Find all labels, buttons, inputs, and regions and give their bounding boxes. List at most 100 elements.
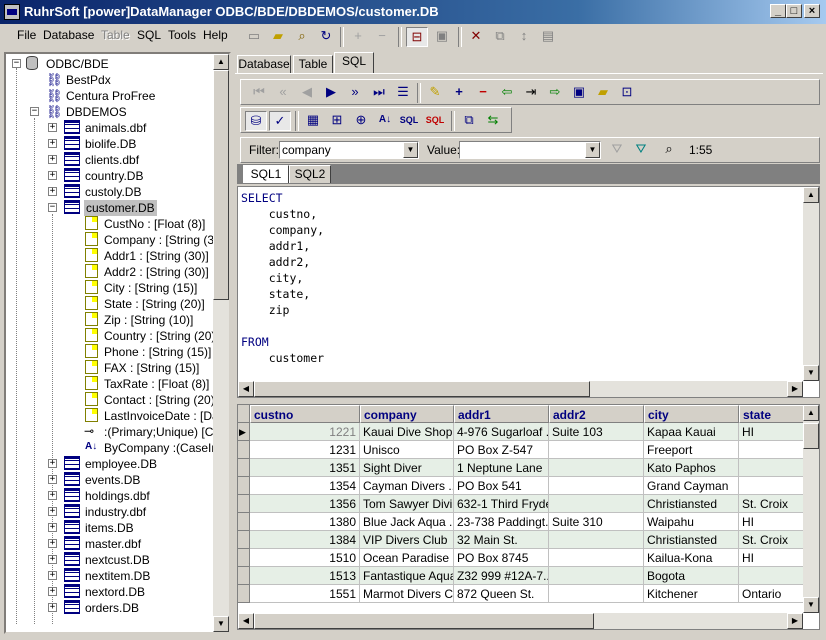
tree-field-item[interactable]: Contact : [String (20)] bbox=[104, 392, 218, 408]
tree-field-item[interactable]: FAX : [String (15)] bbox=[104, 360, 199, 376]
scroll-left-icon[interactable]: ◀ bbox=[238, 381, 254, 397]
tree-root-label[interactable]: ODBC/BDE bbox=[46, 56, 109, 72]
grid-cell-addr1[interactable]: 632-1 Third Fryde... bbox=[454, 495, 549, 513]
tree-field-item[interactable]: LastInvoiceDate : [Date] bbox=[104, 408, 229, 424]
add-grid-icon[interactable]: ⊞ bbox=[327, 111, 347, 129]
maximize-button[interactable]: □ bbox=[786, 4, 802, 18]
column-header-company[interactable]: company bbox=[360, 405, 454, 423]
collapse-root-button[interactable]: − bbox=[12, 59, 21, 68]
grid-cell-addr2[interactable] bbox=[549, 567, 644, 585]
grid-cell-company[interactable]: Tom Sawyer Divi... bbox=[360, 495, 454, 513]
row-indicator[interactable] bbox=[238, 513, 250, 531]
monitor-icon[interactable]: ▣ bbox=[432, 27, 452, 45]
grid-cell-company[interactable]: Blue Jack Aqua ... bbox=[360, 513, 454, 531]
grid-cell-company[interactable]: Kauai Dive Shoppe bbox=[360, 423, 454, 441]
tree-field-item[interactable]: Addr2 : [String (30)] bbox=[104, 264, 209, 280]
tree-table-item[interactable]: nextitem.DB bbox=[85, 568, 150, 584]
scroll-thumb[interactable] bbox=[803, 423, 819, 449]
tree-table-item[interactable]: holdings.dbf bbox=[85, 488, 150, 504]
cancel-icon[interactable]: ⇦ bbox=[497, 83, 517, 101]
expand-button[interactable]: + bbox=[48, 139, 57, 148]
grid-cell-addr2[interactable] bbox=[549, 531, 644, 549]
grid-vertical-scrollbar[interactable]: ▲ ▼ bbox=[803, 405, 819, 613]
grid-cell-addr2[interactable] bbox=[549, 549, 644, 567]
last-record-icon[interactable]: ⏭ bbox=[369, 83, 389, 101]
grid-cell-custno[interactable]: 1510 bbox=[250, 549, 360, 567]
expand-button[interactable]: + bbox=[48, 491, 57, 500]
grid-cell-company[interactable]: Ocean Paradise bbox=[360, 549, 454, 567]
grid-cell-custno[interactable]: 1356 bbox=[250, 495, 360, 513]
expand-button[interactable]: + bbox=[48, 475, 57, 484]
collapse-customer-button[interactable]: − bbox=[48, 203, 57, 212]
grid-cell-addr1[interactable]: PO Box 8745 bbox=[454, 549, 549, 567]
result-grid[interactable]: custno company addr1 addr2 city state ▶ 1221 Kau… bbox=[237, 404, 820, 630]
column-header-addr2[interactable]: addr2 bbox=[549, 405, 644, 423]
scroll-thumb[interactable] bbox=[254, 381, 590, 397]
row-indicator[interactable] bbox=[238, 459, 250, 477]
grid-cell-addr1[interactable]: 872 Queen St. bbox=[454, 585, 549, 603]
expand-button[interactable]: + bbox=[48, 555, 57, 564]
tree-field-item[interactable]: City : [String (15)] bbox=[104, 280, 197, 296]
tree-table-item[interactable]: employee.DB bbox=[85, 456, 157, 472]
tree-field-item[interactable]: Zip : [String (10)] bbox=[104, 312, 193, 328]
filter-on-icon[interactable]: ⛛ bbox=[631, 140, 651, 158]
copy-icon[interactable]: ⧉ bbox=[459, 111, 479, 129]
tree-table-item[interactable]: items.DB bbox=[85, 520, 134, 536]
editor-vertical-scrollbar[interactable]: ▲ ▼ bbox=[803, 187, 819, 381]
grid-cell-addr1[interactable]: 23-738 Paddingt... bbox=[454, 513, 549, 531]
open-folder-icon[interactable]: ▰ bbox=[268, 27, 288, 45]
insert-record-icon[interactable]: + bbox=[449, 83, 469, 101]
first-record-icon[interactable]: ⏮ bbox=[249, 83, 269, 101]
column-header-city[interactable]: city bbox=[644, 405, 739, 423]
tree-table-item[interactable]: country.DB bbox=[85, 168, 143, 184]
tab-sql2[interactable]: SQL2 bbox=[289, 165, 331, 183]
database-tree[interactable]: − ODBC/BDE ⛓ BestPdx ⛓ Centura ProFree −… bbox=[4, 52, 231, 634]
tree-alias-centura[interactable]: Centura ProFree bbox=[66, 88, 155, 104]
tree-index-primary[interactable]: :(Primary;Unique) [Cust bbox=[104, 424, 229, 440]
tree-field-item[interactable]: State : [String (20)] bbox=[104, 296, 205, 312]
grid-cell-addr1[interactable]: PO Box 541 bbox=[454, 477, 549, 495]
scroll-thumb[interactable] bbox=[254, 613, 594, 629]
row-indicator[interactable] bbox=[238, 567, 250, 585]
row-indicator[interactable] bbox=[238, 441, 250, 459]
minimize-button[interactable]: _ bbox=[770, 4, 786, 18]
grid-icon[interactable]: ▦ bbox=[303, 111, 323, 129]
scroll-right-icon[interactable]: ▶ bbox=[787, 381, 803, 397]
menu-tools[interactable]: Tools bbox=[168, 28, 196, 42]
expand-button[interactable]: + bbox=[48, 523, 57, 532]
post-icon[interactable]: ⇥ bbox=[521, 83, 541, 101]
grid-cell-company[interactable]: Cayman Divers ... bbox=[360, 477, 454, 495]
expand-button[interactable]: + bbox=[48, 155, 57, 164]
grid-horizontal-scrollbar[interactable]: ◀ ▶ bbox=[238, 613, 803, 629]
refresh-data-icon[interactable]: ⇨ bbox=[545, 83, 565, 101]
expand-button[interactable]: + bbox=[48, 539, 57, 548]
grid-cell-city[interactable]: Christiansted bbox=[644, 495, 739, 513]
filter-select[interactable]: company ▼ bbox=[279, 141, 419, 159]
window-icon[interactable]: ⊡ bbox=[617, 83, 637, 101]
sort-icon[interactable]: ↕ bbox=[514, 27, 534, 45]
properties-icon[interactable]: ▤ bbox=[538, 27, 558, 45]
new-query-icon[interactable]: ⊕ bbox=[351, 111, 371, 129]
scroll-up-icon[interactable]: ▲ bbox=[803, 187, 819, 203]
grid-cell-addr2[interactable] bbox=[549, 441, 644, 459]
tree-table-selected[interactable]: customer.DB bbox=[84, 200, 157, 216]
editor-horizontal-scrollbar[interactable]: ◀ ▶ bbox=[238, 381, 803, 397]
grid-cell-addr2[interactable]: Suite 103 bbox=[549, 423, 644, 441]
dropdown-arrow-icon[interactable]: ▼ bbox=[585, 142, 600, 158]
grid-cell-city[interactable]: Grand Cayman bbox=[644, 477, 739, 495]
tree-table-item[interactable]: nextcust.DB bbox=[85, 552, 150, 568]
tree-field-item[interactable]: TaxRate : [Float (8)] bbox=[104, 376, 209, 392]
tree-index-company[interactable]: ByCompany :(CaseInse bbox=[104, 440, 229, 456]
tab-database[interactable]: Database bbox=[237, 55, 291, 73]
expand-button[interactable]: + bbox=[48, 587, 57, 596]
app-icon[interactable] bbox=[4, 4, 20, 20]
grid-cell-city[interactable]: Kato Paphos bbox=[644, 459, 739, 477]
open-folder-gray-icon[interactable]: ▭ bbox=[244, 27, 264, 45]
tree-field-item[interactable]: CustNo : [Float (8)] bbox=[104, 216, 205, 232]
splitter[interactable] bbox=[237, 399, 820, 403]
run-sql-icon[interactable]: ⛁ bbox=[245, 111, 267, 131]
grid-cell-city[interactable]: Freeport bbox=[644, 441, 739, 459]
delete-record-icon[interactable]: − bbox=[473, 83, 493, 101]
grid-cell-company[interactable]: VIP Divers Club bbox=[360, 531, 454, 549]
sort-az-icon[interactable]: A↓ bbox=[375, 111, 395, 129]
